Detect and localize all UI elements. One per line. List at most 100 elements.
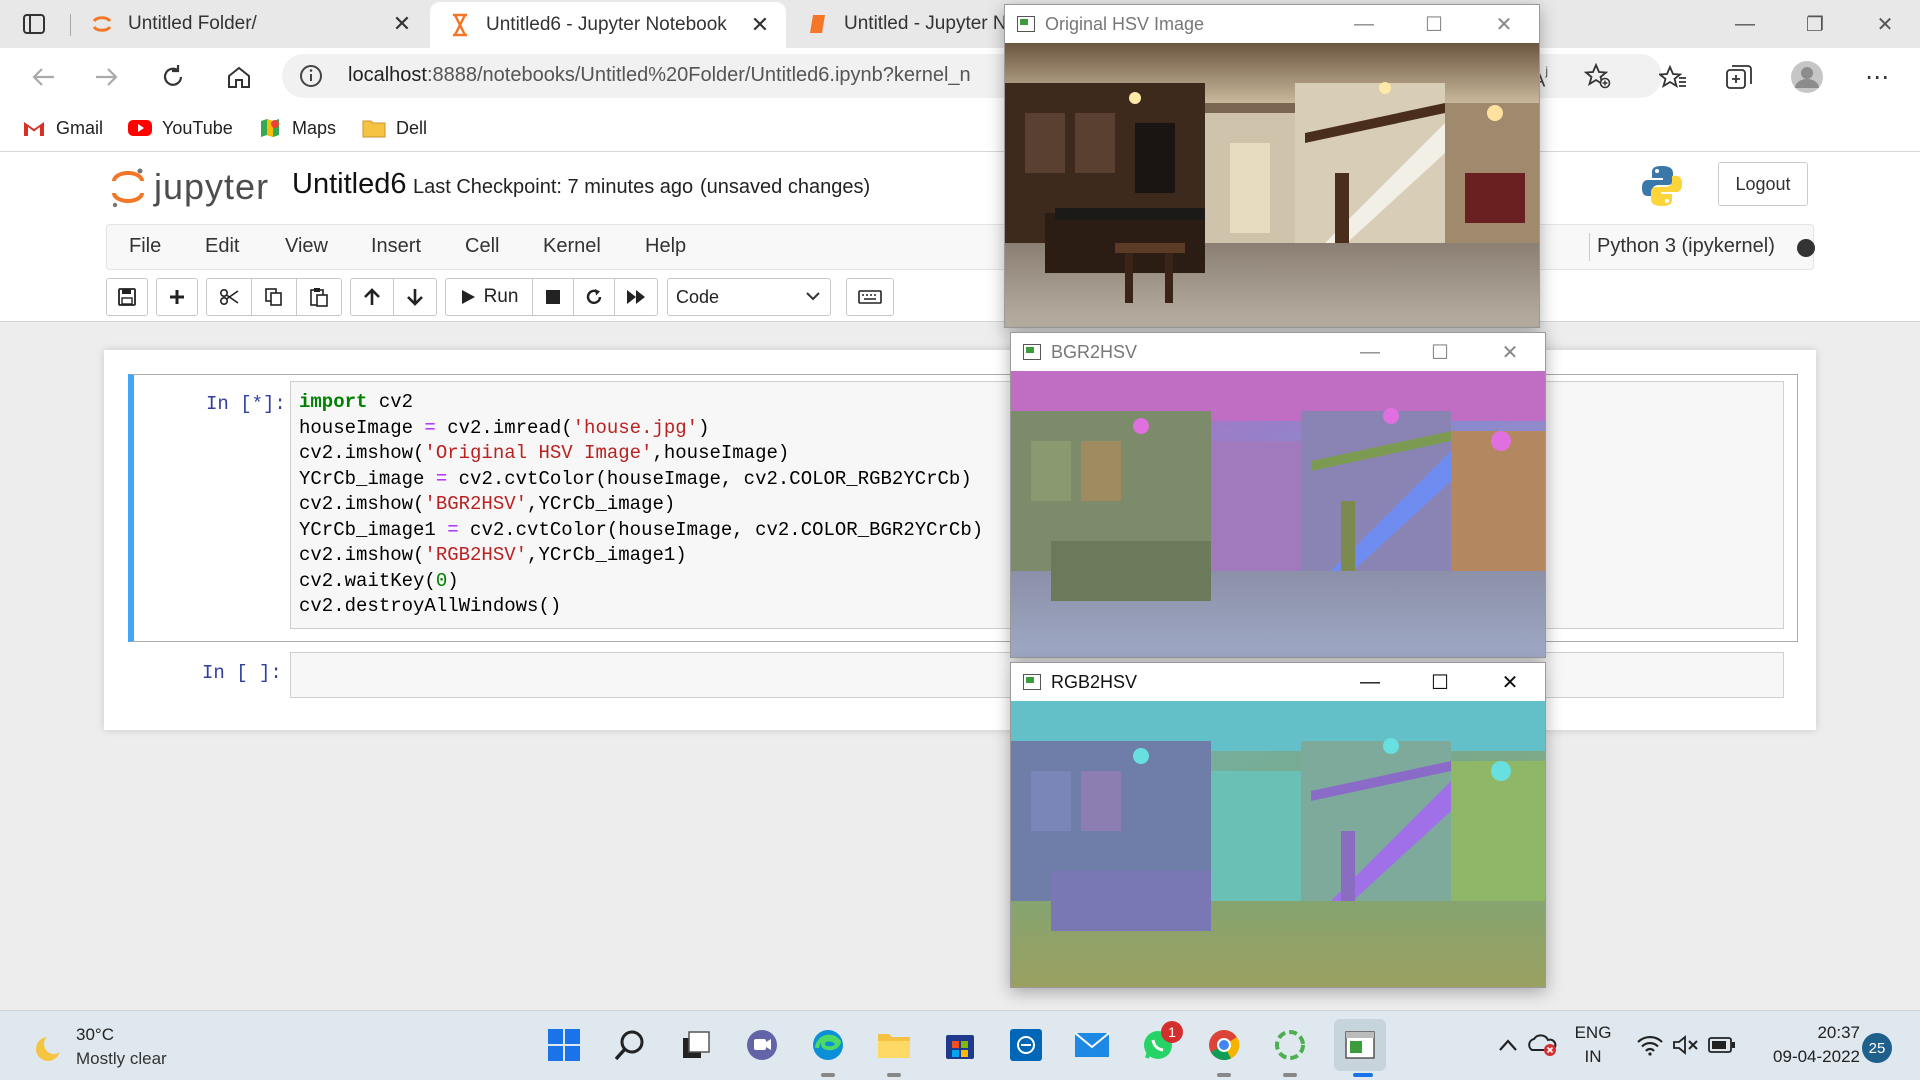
url-text: localhost:8888/notebooks/Untitled%20Fold… — [348, 64, 971, 86]
code-cell-selected[interactable]: In [*]: import cv2 houseImage = cv2.imrea… — [128, 374, 1798, 642]
cv-window-rgb2hsv[interactable]: RGB2HSV — ☐ ✕ — [1010, 662, 1546, 988]
mail-icon[interactable] — [1072, 1025, 1112, 1065]
close-icon[interactable]: ✕ — [1475, 663, 1545, 701]
insert-cell-button[interactable] — [156, 278, 198, 316]
edge-icon[interactable] — [808, 1025, 848, 1065]
kernel-busy-indicator — [1797, 239, 1815, 257]
refresh-icon[interactable] — [156, 60, 190, 94]
onedrive-error-icon[interactable] — [1522, 1025, 1562, 1065]
cv-window-title: RGB2HSV — [1051, 671, 1138, 692]
add-favorite-icon[interactable] — [1583, 62, 1612, 94]
minimize-icon[interactable]: — — [1335, 663, 1405, 701]
maximize-icon[interactable]: ☐ — [1405, 663, 1475, 701]
more-options-icon[interactable]: ⋯ — [1860, 60, 1894, 94]
move-up-button[interactable] — [350, 278, 394, 316]
chevron-down-icon — [806, 292, 820, 301]
profile-avatar[interactable] — [1790, 60, 1824, 94]
weather-temperature[interactable]: 30°C — [76, 1025, 114, 1045]
back-icon[interactable] — [26, 60, 60, 94]
battery-icon[interactable] — [1702, 1025, 1742, 1065]
menu-help[interactable]: Help — [645, 235, 686, 258]
close-icon[interactable]: ✕ — [1850, 0, 1920, 48]
menu-edit[interactable]: Edit — [205, 235, 239, 258]
weather-description[interactable]: Mostly clear — [76, 1049, 167, 1069]
restart-button[interactable] — [573, 278, 615, 316]
tab-untitled-folder[interactable]: Untitled Folder/ ✕ — [72, 0, 428, 48]
notebook-title[interactable]: Untitled6 — [292, 168, 406, 201]
clock-time[interactable]: 20:37 — [1740, 1023, 1860, 1043]
move-down-button[interactable] — [393, 278, 437, 316]
cut-button[interactable] — [206, 278, 252, 316]
code-token: 'BGR2HSV' — [424, 493, 528, 515]
unsaved-status: (unsaved changes) — [700, 176, 871, 198]
minimize-icon[interactable]: — — [1335, 333, 1405, 371]
tab-untitled[interactable]: Untitled - Jupyter Nc — [788, 0, 1008, 48]
menu-kernel[interactable]: Kernel — [543, 235, 601, 258]
close-tab-icon[interactable]: ✕ — [388, 10, 416, 38]
close-icon[interactable]: ✕ — [1475, 333, 1545, 371]
store-icon[interactable] — [940, 1025, 980, 1065]
app-icon[interactable] — [1006, 1025, 1046, 1065]
wifi-icon[interactable] — [1630, 1025, 1670, 1065]
code-token: 0 — [435, 569, 448, 592]
volume-muted-icon[interactable] — [1666, 1025, 1706, 1065]
menu-file[interactable]: File — [129, 235, 161, 258]
restart-run-all-button[interactable] — [614, 278, 658, 316]
bookmark-youtube[interactable]: YouTube — [128, 114, 233, 142]
cv-window-original[interactable]: Original HSV Image — ☐ ✕ — [1004, 4, 1540, 328]
bookmark-maps[interactable]: Maps — [258, 114, 336, 142]
chrome-icon[interactable] — [1204, 1025, 1244, 1065]
paste-button[interactable] — [296, 278, 342, 316]
maximize-icon[interactable]: ☐ — [1399, 5, 1469, 43]
search-icon[interactable] — [610, 1025, 650, 1065]
site-info-icon[interactable] — [298, 63, 324, 89]
code-token: cv2.imread( — [435, 416, 573, 439]
python-opencv-app-icon[interactable] — [1334, 1019, 1386, 1071]
menu-insert[interactable]: Insert — [371, 235, 421, 258]
cell-type-select[interactable]: Code — [667, 278, 831, 316]
home-icon[interactable] — [222, 60, 256, 94]
menu-view[interactable]: View — [285, 235, 328, 258]
stop-icon — [546, 290, 560, 304]
kernel-name[interactable]: Python 3 (ipykernel) — [1597, 235, 1775, 258]
favorites-icon[interactable] — [1656, 60, 1690, 94]
window-app-icon — [1023, 674, 1041, 690]
start-icon[interactable] — [544, 1025, 584, 1065]
interrupt-button[interactable] — [532, 278, 574, 316]
command-palette-button[interactable] — [846, 278, 894, 316]
clock-date[interactable]: 09-04-2022 — [1740, 1047, 1860, 1067]
language-region[interactable]: IN — [1570, 1047, 1616, 1067]
tab-actions-icon[interactable] — [20, 10, 48, 38]
maximize-icon[interactable]: ☐ — [1405, 333, 1475, 371]
code-line: import cv2 — [299, 390, 983, 416]
notification-count[interactable]: 25 — [1862, 1033, 1892, 1063]
restore-icon[interactable]: ❐ — [1780, 0, 1850, 48]
copy-button[interactable] — [251, 278, 297, 316]
menu-cell[interactable]: Cell — [465, 235, 499, 258]
close-icon[interactable]: ✕ — [1469, 5, 1539, 43]
tab-untitled6[interactable]: Untitled6 - Jupyter Notebook ✕ — [430, 2, 786, 48]
loading-app-icon[interactable] — [1270, 1025, 1310, 1065]
jupyter-logo[interactable]: jupyter — [110, 162, 269, 212]
bookmark-gmail[interactable]: Gmail — [22, 114, 103, 142]
logout-button[interactable]: Logout — [1718, 162, 1808, 206]
task-view-icon[interactable] — [676, 1025, 716, 1065]
bookmark-dell[interactable]: Dell — [362, 114, 427, 142]
save-button[interactable] — [106, 278, 148, 316]
cv-window-titlebar[interactable]: RGB2HSV — ☐ ✕ — [1011, 663, 1545, 701]
hourglass-icon — [448, 13, 472, 37]
cv-window-titlebar[interactable]: Original HSV Image — ☐ ✕ — [1005, 5, 1539, 43]
run-button[interactable]: Run — [445, 278, 533, 316]
forward-icon[interactable] — [90, 60, 124, 94]
language-code[interactable]: ENG — [1570, 1023, 1616, 1043]
cv-window-bgr2hsv[interactable]: BGR2HSV — ☐ ✕ — [1010, 332, 1546, 658]
file-explorer-icon[interactable] — [874, 1025, 914, 1065]
teams-chat-icon[interactable] — [742, 1025, 782, 1065]
browser-tab-bar: Untitled Folder/ ✕ Untitled6 - Jupyter N… — [0, 0, 1920, 48]
minimize-icon[interactable]: — — [1710, 0, 1780, 48]
collections-icon[interactable] — [1722, 60, 1756, 94]
weather-moon-icon[interactable] — [28, 1029, 68, 1069]
cv-window-titlebar[interactable]: BGR2HSV — ☐ ✕ — [1011, 333, 1545, 371]
minimize-icon[interactable]: — — [1329, 5, 1399, 43]
close-tab-icon[interactable]: ✕ — [746, 11, 774, 39]
